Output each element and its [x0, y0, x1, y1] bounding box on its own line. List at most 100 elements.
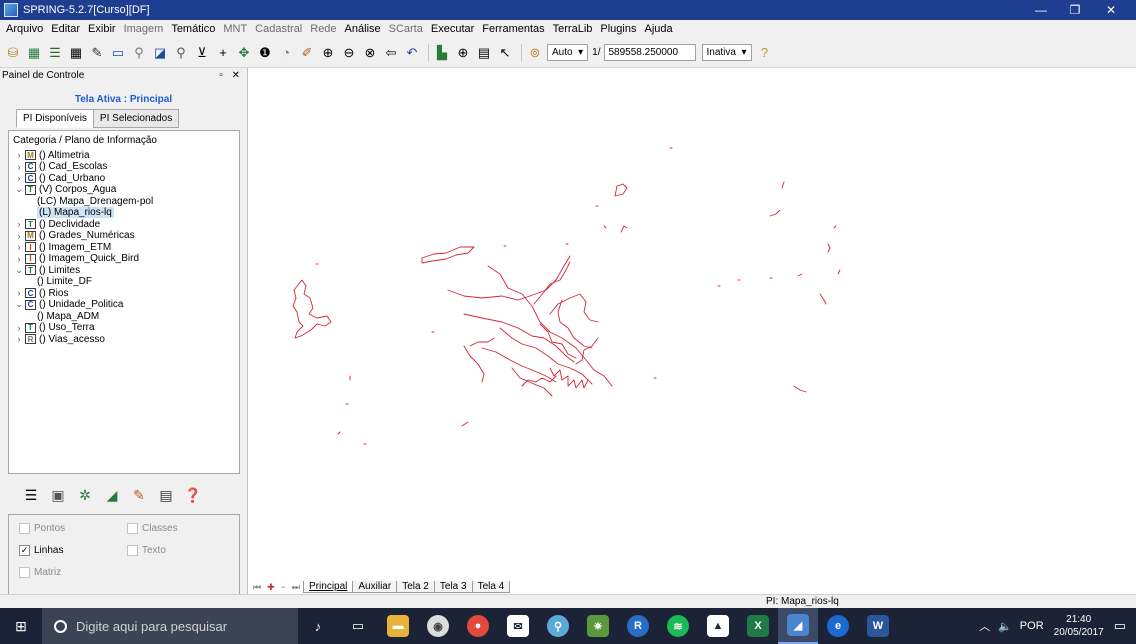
- search-app-icon[interactable]: ⚲: [538, 608, 578, 644]
- tree-plan[interactable]: () Mapa_ADM: [13, 311, 239, 323]
- classify-icon[interactable]: ✲: [74, 484, 96, 506]
- colors-icon[interactable]: ▙: [433, 44, 451, 62]
- menu-executar[interactable]: Executar: [427, 23, 478, 35]
- undo-icon[interactable]: ↶: [403, 44, 421, 62]
- menu-arquivo[interactable]: Arquivo: [2, 23, 47, 35]
- menu-editar[interactable]: Editar: [47, 23, 84, 35]
- word-icon[interactable]: W: [858, 608, 898, 644]
- chart-icon[interactable]: ◢: [101, 484, 123, 506]
- photos-icon[interactable]: ▲: [698, 608, 738, 644]
- zoom-area-icon[interactable]: ⊕: [319, 44, 337, 62]
- state-select[interactable]: Inativa ▾: [701, 44, 752, 61]
- screen-tab-auxiliar[interactable]: Auxiliar: [352, 581, 398, 593]
- query-icon[interactable]: ◔: [277, 44, 295, 62]
- minimize-button[interactable]: —: [1024, 0, 1058, 20]
- screen-tab-tela-2[interactable]: Tela 2: [396, 581, 435, 593]
- matriz-checkbox[interactable]: Matriz: [19, 567, 61, 578]
- tree-category[interactable]: ⌄ C() Unidade_Politica: [13, 299, 239, 311]
- volume-icon[interactable]: 🔈: [998, 620, 1012, 633]
- tree-category[interactable]: ⌄ T() Limites: [13, 265, 239, 277]
- palette-icon[interactable]: ⊚: [526, 44, 544, 62]
- image-icon[interactable]: ▣: [47, 484, 69, 506]
- chevron-down-icon[interactable]: ⌄: [13, 265, 25, 276]
- menu-ajuda[interactable]: Ajuda: [640, 23, 676, 35]
- scale-mode-select[interactable]: Auto ▾: [547, 44, 589, 61]
- menu-plugins[interactable]: Plugins: [596, 23, 640, 35]
- table-icon[interactable]: ▤: [155, 484, 177, 506]
- database-icon[interactable]: ⛁: [4, 44, 22, 62]
- menu-scarta[interactable]: SCarta: [385, 23, 427, 35]
- help-icon[interactable]: ?: [756, 44, 774, 62]
- chevron-right-icon[interactable]: ›: [13, 242, 25, 252]
- spring-taskbar-icon[interactable]: ◢: [778, 608, 818, 644]
- panel-window-controls[interactable]: ▫ ✕: [219, 70, 243, 81]
- chevron-right-icon[interactable]: ›: [13, 162, 25, 172]
- tab-prev-icon[interactable]: −: [281, 582, 286, 592]
- cursor-plus-icon[interactable]: +: [214, 44, 232, 62]
- help-icon[interactable]: ❓: [182, 484, 204, 506]
- menu-exibir[interactable]: Exibir: [84, 23, 120, 35]
- tab-nav-first-icon[interactable]: ⏮: [253, 582, 261, 593]
- tree-category[interactable]: › C() Cad_Urbano: [13, 173, 239, 185]
- screen-tab-tela-3[interactable]: Tela 3: [433, 581, 473, 593]
- chevron-right-icon[interactable]: ›: [13, 334, 25, 344]
- visual-edit-icon[interactable]: ✎: [128, 484, 150, 506]
- tree-category[interactable]: › C() Rios: [13, 288, 239, 300]
- pontos-checkbox[interactable]: Pontos: [19, 523, 65, 534]
- notifications-icon[interactable]: ▭: [1114, 618, 1126, 634]
- chevron-right-icon[interactable]: ›: [13, 150, 25, 160]
- tree-category[interactable]: › T() Uso_Terra: [13, 322, 239, 334]
- tree-category[interactable]: › M() Altimetria: [13, 150, 239, 162]
- language-indicator[interactable]: POR: [1020, 620, 1044, 632]
- mail-icon[interactable]: ✉: [498, 608, 538, 644]
- tree-category[interactable]: ⌄ T (V) Corpos_Agua: [13, 184, 239, 196]
- screen-tab-tela-4[interactable]: Tela 4: [471, 581, 511, 593]
- edit-icon[interactable]: ✐: [298, 44, 316, 62]
- app-circle-icon[interactable]: ◉: [418, 608, 458, 644]
- previous-zoom-icon[interactable]: ⊗: [361, 44, 379, 62]
- tray-chevron-icon[interactable]: ︿: [979, 618, 990, 634]
- draw-icon[interactable]: ◪: [151, 44, 169, 62]
- tree-category[interactable]: › I() Imagem_Quick_Bird: [13, 253, 239, 265]
- texto-checkbox[interactable]: Texto: [127, 545, 166, 556]
- excel-icon[interactable]: X: [738, 608, 778, 644]
- project-icon[interactable]: ▦: [25, 44, 43, 62]
- menu-cadastral[interactable]: Cadastral: [251, 23, 306, 35]
- taskbar-search[interactable]: Digite aqui para pesquisar: [42, 608, 298, 644]
- menu-an-lise[interactable]: Análise: [341, 23, 385, 35]
- chevron-right-icon[interactable]: ›: [13, 173, 25, 183]
- classes-checkbox[interactable]: Classes: [127, 523, 178, 534]
- tree-plan[interactable]: () Limite_DF: [13, 276, 239, 288]
- task-view-icon[interactable]: ▭: [338, 608, 378, 644]
- fit-icon[interactable]: ⊻: [193, 44, 211, 62]
- chevron-down-icon[interactable]: ⌄: [13, 184, 25, 195]
- grid-icon[interactable]: ▦: [67, 44, 85, 62]
- chevron-right-icon[interactable]: ›: [13, 231, 25, 241]
- chevron-right-icon[interactable]: ›: [13, 288, 25, 298]
- tab-last-icon[interactable]: ⏭: [292, 582, 300, 593]
- map-canvas[interactable]: [250, 68, 1136, 578]
- menu-terralib[interactable]: TerraLib: [549, 23, 597, 35]
- menu-rede[interactable]: Rede: [306, 23, 340, 35]
- table-icon[interactable]: ▤: [475, 44, 493, 62]
- pan-icon[interactable]: ✥: [235, 44, 253, 62]
- spotify-icon[interactable]: ≋: [658, 608, 698, 644]
- tree-category[interactable]: › M() Grades_Numéricas: [13, 230, 239, 242]
- menu-imagem[interactable]: Imagem: [120, 23, 168, 35]
- window-icon[interactable]: ▭: [109, 44, 127, 62]
- tree-category[interactable]: › T() Declividade: [13, 219, 239, 231]
- info-icon[interactable]: ❶: [256, 44, 274, 62]
- tree-category[interactable]: › R() Vias_acesso: [13, 334, 239, 346]
- back-icon[interactable]: ⇦: [382, 44, 400, 62]
- pencil-icon[interactable]: ✎: [88, 44, 106, 62]
- r-icon[interactable]: R: [618, 608, 658, 644]
- zoom-menu-icon[interactable]: ⊕: [454, 44, 472, 62]
- brush-icon[interactable]: ⚲: [130, 44, 148, 62]
- microphone-icon[interactable]: ♪: [298, 608, 338, 644]
- close-button[interactable]: ✕: [1094, 0, 1128, 20]
- screen-tab-principal[interactable]: Principal: [303, 581, 354, 593]
- menu-tem-tico[interactable]: Temático: [167, 23, 219, 35]
- menu-mnt[interactable]: MNT: [219, 23, 251, 35]
- tree-plan[interactable]: (L) Mapa_rios-lq: [13, 207, 239, 219]
- windows-start-button[interactable]: ⊞: [0, 608, 42, 644]
